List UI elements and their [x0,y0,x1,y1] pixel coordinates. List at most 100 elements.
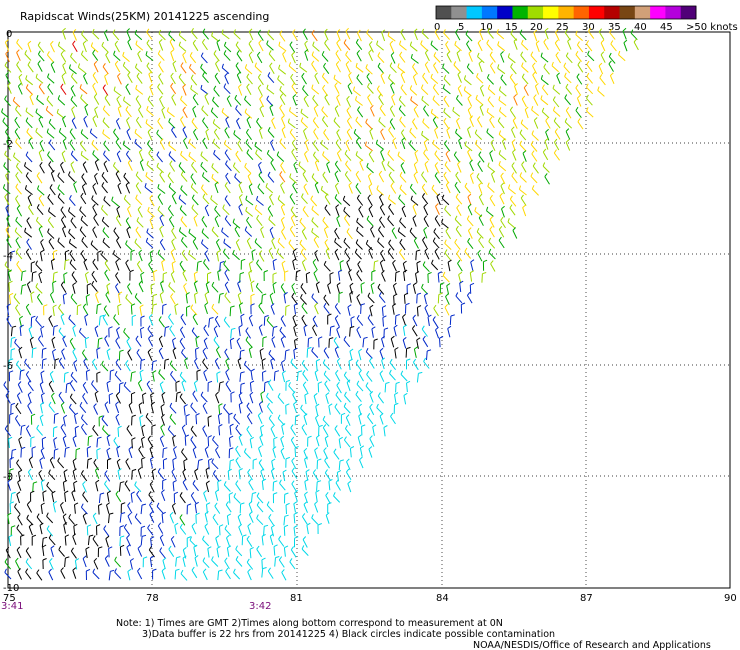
wind-barb-feather [82,480,86,485]
wind-barb-feather [92,49,96,54]
wind-barb [272,448,276,458]
wind-barb [148,494,155,503]
wind-barb [522,207,527,217]
wind-barb [300,408,308,416]
wind-barb [325,394,329,404]
wind-barb [355,362,362,371]
wind-barb [523,87,529,96]
wind-barb-feather [543,63,547,68]
wind-barb [123,385,131,393]
wind-barb [312,143,320,152]
wind-barb [226,537,230,547]
wind-barb [315,284,320,294]
wind-barb-feather [454,40,457,45]
wind-barbs [1,27,639,581]
wind-barb-feather [211,458,214,463]
wind-barb-feather [365,239,369,244]
wind-barb-feather [238,468,243,471]
wind-barb-feather [285,502,290,506]
wind-barb-feather [113,227,117,232]
wind-barb [211,285,219,293]
wind-barb [540,98,549,106]
wind-barb [246,220,252,229]
wind-barb-feather [338,436,343,440]
wind-barb-feather [47,193,51,198]
wind-barb-feather [303,95,308,100]
wind-barb [400,32,406,41]
wind-barb [314,184,320,194]
wind-barb-feather [27,402,31,407]
wind-barb-feather [273,436,278,440]
wind-barb [279,33,286,42]
wind-barb [545,120,551,129]
wind-barb-feather [4,61,8,66]
wind-barb-feather [58,545,62,550]
wind-barb [180,174,188,182]
wind-barb-feather [262,370,267,373]
wind-barb [261,480,264,490]
wind-barb-feather [468,227,472,231]
wind-barb-feather [31,413,36,417]
wind-barb [15,175,21,184]
wind-barb-feather [347,480,352,484]
wind-barb-feather [347,304,352,308]
wind-barb-feather [379,193,383,198]
wind-barb-feather [48,380,53,385]
wind-barb [312,98,319,107]
wind-barb [313,272,318,282]
wind-barb-feather [399,51,403,56]
wind-barb [203,372,208,382]
legend-swatch [604,6,621,19]
wind-barb-feather [300,293,303,299]
wind-barb [156,133,164,141]
wind-barb [145,122,154,130]
wind-barb [79,331,87,339]
wind-barb [359,447,363,457]
wind-barb-feather [37,60,41,65]
wind-barb-feather [20,534,25,537]
wind-barb [442,66,450,74]
wind-barb [212,517,219,526]
wind-barb [38,53,45,62]
wind-barb [202,405,208,415]
wind-barb [393,295,395,305]
wind-barb [576,76,583,85]
wind-barb [466,43,472,52]
wind-barb [167,175,174,184]
wind-barb [92,538,99,547]
wind-barb-feather [212,513,216,518]
wind-barb-feather [434,127,438,131]
wind-barb-feather [240,371,245,374]
wind-barb-feather [248,500,253,505]
wind-barb-feather [444,249,448,254]
wind-barb-feather [213,128,218,133]
wind-barb [540,78,549,86]
wind-barb [197,460,200,470]
wind-barb [31,348,34,358]
wind-barb [380,131,386,141]
wind-barb [146,109,154,117]
wind-barb [36,175,43,184]
wind-barb [171,129,177,138]
wind-barb [49,459,55,469]
wind-barb-feather [266,149,270,154]
wind-barb [421,32,429,40]
wind-barb-feather [610,72,614,76]
wind-barb [509,109,516,118]
wind-barb-feather [191,28,194,33]
wind-barb-feather [209,317,214,319]
wind-barb [181,253,188,261]
wind-barb-feather [146,105,149,111]
wind-barb [415,251,417,261]
wind-barb-feather [311,347,314,352]
wind-barb-feather [447,259,452,263]
wind-barb [600,54,606,63]
wind-barb-feather [478,193,483,198]
wind-barb-feather [136,260,141,265]
wind-barb-feather [323,294,327,299]
wind-barb-feather [236,117,240,122]
wind-barb-feather [126,337,130,342]
wind-barb [478,63,483,73]
wind-barb-feather [134,293,138,298]
wind-barb [40,372,43,382]
